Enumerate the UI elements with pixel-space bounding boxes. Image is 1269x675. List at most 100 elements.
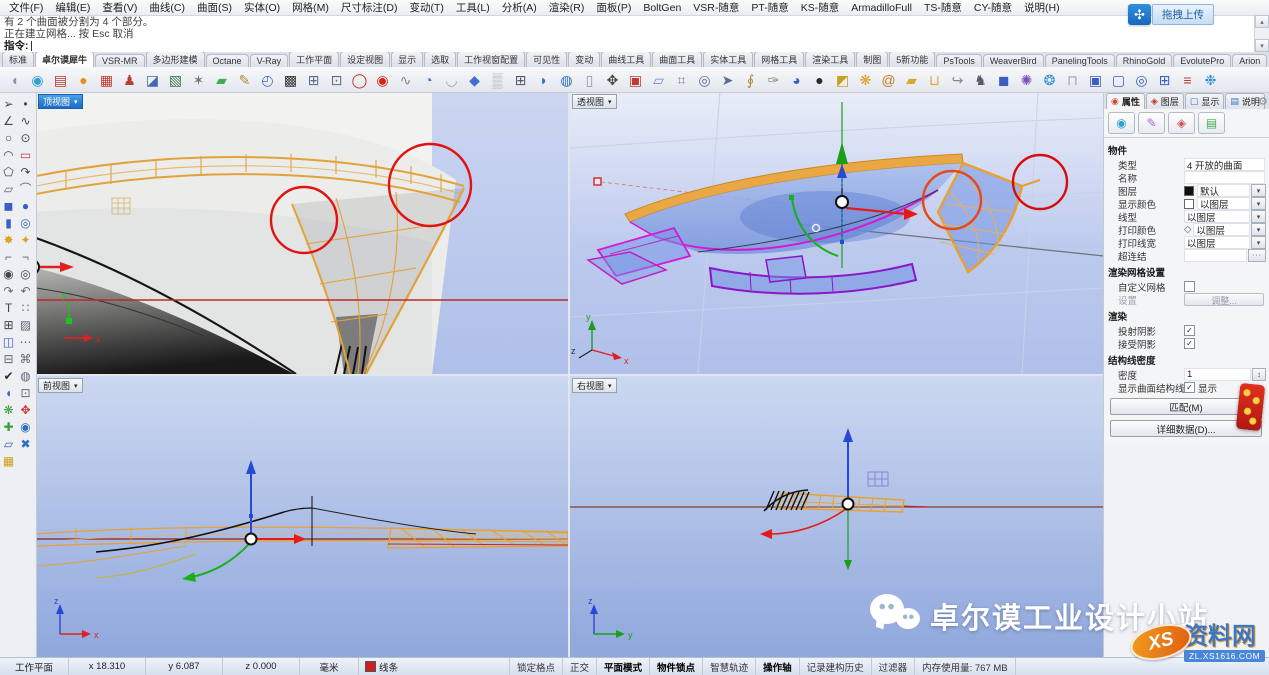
rotate-view-icon[interactable]: ◉ — [26, 69, 49, 91]
tab-layers[interactable]: ◈ 图层 — [1146, 93, 1184, 109]
teapot-icon[interactable]: ⊓ — [1061, 69, 1084, 91]
toggle-smarttrack[interactable]: 智慧轨迹 — [703, 658, 756, 675]
menu-item[interactable]: 文件(F) — [3, 0, 49, 15]
toolbar-tab[interactable]: 变动 — [568, 52, 600, 67]
layer-indicator[interactable]: 线条 — [359, 658, 510, 675]
toolbar-tab[interactable]: VSR-MR — [95, 54, 145, 67]
toolbar-tab[interactable]: 卓尔谟犀牛 — [35, 52, 94, 67]
eraser-icon[interactable]: ◈ — [1168, 112, 1195, 134]
quill-icon[interactable]: ✑ — [762, 69, 785, 91]
mosaic-ball-icon[interactable]: ✺ — [1015, 69, 1038, 91]
bend-arrow-icon[interactable]: ➤ — [716, 69, 739, 91]
menu-item[interactable]: 分析(A) — [496, 0, 543, 15]
tab-properties[interactable]: ◉ 属性 — [1106, 93, 1145, 109]
menu-item[interactable]: 变动(T) — [404, 0, 450, 15]
toggle-planar[interactable]: 平面模式 — [597, 658, 650, 675]
viewport-right-title[interactable]: 右视图 ▾ — [572, 378, 617, 393]
rainbow-plane-icon[interactable]: ▰ — [210, 69, 233, 91]
sweep-icon[interactable]: ⌒ — [17, 180, 34, 197]
spring-icon[interactable]: ∮ — [739, 69, 762, 91]
rectangle-icon[interactable]: ▭ — [17, 146, 34, 163]
drag-upload-button[interactable]: ✣ 拖拽上传 — [1128, 4, 1214, 25]
toolbar-tab[interactable]: WeaverBird — [983, 54, 1044, 67]
stretch-box-icon[interactable]: ⌗ — [670, 69, 693, 91]
camera-view-icon[interactable]: ◪ — [141, 69, 164, 91]
block-icon[interactable]: ⊞ — [0, 316, 17, 333]
menu-item[interactable]: KS-随意 — [795, 0, 846, 15]
toggle-filter[interactable]: 过滤器 — [872, 658, 916, 675]
viewport-front-title[interactable]: 前视图 ▾ — [38, 378, 83, 393]
menu-item[interactable]: ArmadilloFull — [845, 2, 918, 14]
memory-usage[interactable]: 内存使用量: 767 MB — [915, 658, 1016, 675]
checker-cube-icon[interactable]: ▦ — [95, 69, 118, 91]
command-prompt[interactable]: 指令: — [4, 40, 1255, 52]
dots-icon[interactable]: ⋯ — [17, 333, 34, 350]
coord-y[interactable]: y 6.087 — [146, 658, 223, 675]
globe-icon[interactable]: ◍ — [555, 69, 578, 91]
fillet-icon[interactable]: ↷ — [0, 282, 17, 299]
dropdown-arrow-icon[interactable]: ▾ — [1251, 223, 1266, 236]
material-wheel-icon[interactable]: ◉ — [1108, 112, 1135, 134]
red-target-icon[interactable]: ◉ — [371, 69, 394, 91]
units[interactable]: 毫米 — [300, 658, 359, 675]
gold-plane-icon[interactable]: ▰ — [900, 69, 923, 91]
toggle-ortho[interactable]: 正交 — [563, 658, 597, 675]
menu-item[interactable]: 工具(L) — [450, 0, 496, 15]
toolbar-tab[interactable]: 可见性 — [526, 52, 567, 67]
toolbar-tab[interactable]: Arion — [1232, 54, 1267, 67]
boolean-diff-icon[interactable]: ◎ — [17, 265, 34, 282]
mannequin-icon[interactable]: ✶ — [187, 69, 210, 91]
toolbar-tab[interactable]: 显示 — [391, 52, 423, 67]
anchor-icon[interactable]: ⌘ — [17, 350, 34, 367]
pointer-icon[interactable]: ➢ — [0, 95, 17, 112]
curve-icon[interactable]: ∿ — [17, 112, 34, 129]
black-sphere-icon[interactable]: ● — [808, 69, 831, 91]
paint-tube-icon[interactable]: ✎ — [1138, 112, 1165, 134]
tilted-plane-icon[interactable]: ▱ — [647, 69, 670, 91]
viewport-front[interactable]: z x 前视图 ▾ — [36, 376, 568, 658]
blue-fan-icon[interactable]: ◔ — [417, 69, 440, 91]
toolbar-tab[interactable]: PsTools — [936, 54, 982, 67]
checkbox[interactable]: ✓ — [1184, 382, 1195, 393]
box-icon[interactable]: ◼ — [0, 197, 17, 214]
points-grid-icon[interactable]: ∷ — [17, 299, 34, 316]
toolbar-tab[interactable]: 曲线工具 — [601, 52, 651, 67]
copy-window-icon[interactable]: ⊞ — [302, 69, 325, 91]
history-clock-icon[interactable]: ◴ — [256, 69, 279, 91]
circle-icon[interactable]: ○ — [0, 129, 17, 146]
freeform-curve-icon[interactable]: ↷ — [17, 163, 34, 180]
toolbar-tab[interactable]: Octane — [206, 54, 249, 67]
frame-window-icon[interactable]: ⊡ — [325, 69, 348, 91]
pushpin-icon[interactable]: ♟ — [118, 69, 141, 91]
toggle-history[interactable]: 记录建构历史 — [800, 658, 872, 675]
menu-item[interactable]: VSR-随意 — [687, 0, 745, 15]
toolbar-tab[interactable]: 设定视图 — [340, 52, 390, 67]
row-density[interactable]: 密度 1 ↕ — [1106, 368, 1266, 381]
text-icon[interactable]: T — [0, 299, 17, 316]
pipe-icon[interactable]: ⌐ — [0, 248, 17, 265]
row-custom-mesh[interactable]: 自定义网格 — [1106, 280, 1266, 293]
row-hyperlink[interactable]: 超连结 ··· — [1106, 249, 1266, 262]
viewport-top-title[interactable]: 顶视图 ▾ — [38, 94, 83, 109]
row-mesh-settings[interactable]: 设置 调整... — [1106, 293, 1266, 306]
globe2-icon[interactable]: ◉ — [17, 418, 34, 435]
row-linetype[interactable]: 线型 以图层 ▾ — [1106, 210, 1266, 223]
ground-plane-icon[interactable]: ▧ — [164, 69, 187, 91]
row-receive-shadow[interactable]: 接受阴影 ✓ — [1106, 337, 1266, 350]
menu-item[interactable]: PT-随意 — [745, 0, 794, 15]
cells-icon[interactable]: ⊟ — [0, 350, 17, 367]
notebook-icon[interactable]: ▤ — [49, 69, 72, 91]
cylinder-icon[interactable]: ▮ — [0, 214, 17, 231]
toolbar-tab[interactable]: 选取 — [424, 52, 456, 67]
boolean-union-icon[interactable]: ◉ — [0, 265, 17, 282]
plane2-icon[interactable]: ▱ — [0, 435, 17, 452]
lamp-icon[interactable]: ◍ — [17, 367, 34, 384]
checker-pattern-icon[interactable]: ▩ — [279, 69, 302, 91]
toolbar-tab[interactable]: V-Ray — [250, 54, 289, 67]
rounded-frame-icon[interactable]: ▢ — [1107, 69, 1130, 91]
toggle-osnap[interactable]: 物件锁点 — [650, 658, 703, 675]
chamfer-icon[interactable]: ↶ — [17, 282, 34, 299]
menu-item[interactable]: CY-随意 — [968, 0, 1018, 15]
grid-cells-icon[interactable]: ⊞ — [509, 69, 532, 91]
note-icon[interactable]: ▤ — [1198, 112, 1225, 134]
